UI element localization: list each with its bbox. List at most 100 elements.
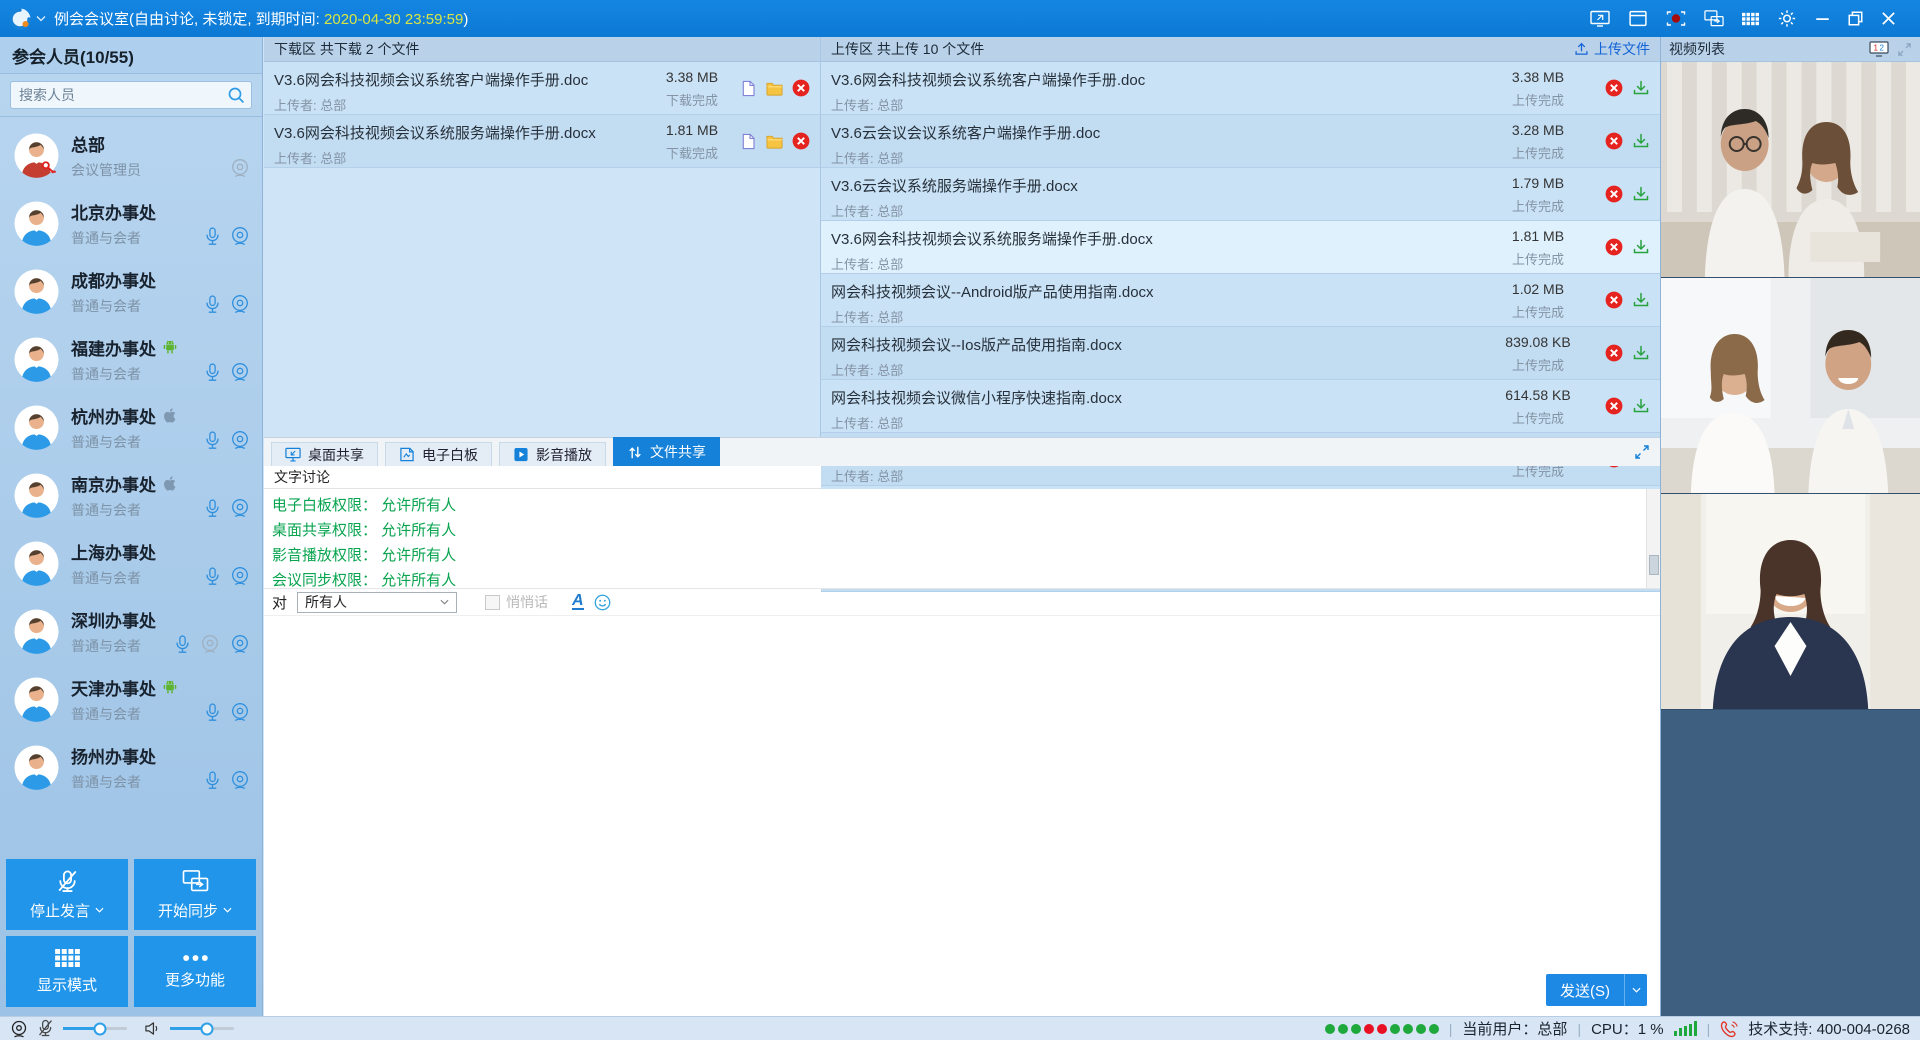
maximize-icon[interactable]	[1848, 11, 1863, 26]
message-input-area[interactable]: 发送(S)	[264, 616, 1660, 1016]
download-icon[interactable]	[1632, 185, 1650, 203]
participant-row-yangzhou[interactable]: 扬州办事处 普通与会者	[0, 733, 262, 801]
whisper-checkbox[interactable]: 悄悄话	[485, 592, 548, 612]
camera-icon[interactable]	[230, 566, 250, 586]
video-thumbnail-1[interactable]	[1661, 62, 1920, 278]
webcam-status-icon[interactable]	[10, 1020, 28, 1038]
minimize-icon[interactable]	[1815, 11, 1830, 26]
microphone-icon[interactable]	[205, 295, 220, 314]
chevron-down-icon[interactable]	[36, 15, 46, 22]
delete-icon[interactable]	[1605, 79, 1623, 97]
download-icon[interactable]	[1632, 344, 1650, 362]
delete-icon[interactable]	[1605, 185, 1623, 203]
participant-row-shenzhen[interactable]: 深圳办事处 普通与会者	[0, 597, 262, 665]
search-icon[interactable]	[227, 86, 245, 104]
participant-row-fujian[interactable]: 福建办事处 普通与会者	[0, 325, 262, 393]
mic-muted-status-icon[interactable]	[37, 1019, 54, 1038]
download-icon[interactable]	[1632, 79, 1650, 97]
video-thumbnail-3[interactable]	[1661, 494, 1920, 710]
display-mode-button[interactable]: 显示模式	[6, 936, 128, 1007]
delete-icon[interactable]	[792, 79, 810, 97]
screen-share-icon[interactable]	[1590, 9, 1610, 28]
microphone-icon[interactable]	[205, 363, 220, 382]
whiteboard-window-icon[interactable]	[1628, 9, 1648, 28]
participant-row-shanghai[interactable]: 上海办事处 普通与会者	[0, 529, 262, 597]
delete-icon[interactable]	[1605, 238, 1623, 256]
camera-icon[interactable]	[230, 770, 250, 790]
download-file-row[interactable]: V3.6网会科技视频会议系统服务端操作手册.docx 上传者: 总部 1.81 …	[264, 115, 820, 168]
settings-gear-icon[interactable]	[1777, 9, 1797, 28]
font-style-button[interactable]: A	[572, 594, 584, 610]
download-icon[interactable]	[1632, 291, 1650, 309]
delete-icon[interactable]	[1605, 397, 1623, 415]
video-page-icon[interactable]	[1869, 41, 1889, 57]
microphone-icon[interactable]	[205, 703, 220, 722]
microphone-icon[interactable]	[205, 499, 220, 518]
camera-icon[interactable]	[230, 430, 250, 450]
upload-file-row[interactable]: 网会科技视频会议微信小程序快速指南.docx 上传者: 总部 614.58 KB…	[821, 380, 1660, 433]
layout-grid-icon[interactable]	[1742, 12, 1759, 26]
emoji-icon[interactable]	[594, 594, 611, 611]
upload-file-row[interactable]: V3.6网会科技视频会议系统客户端操作手册.doc 上传者: 总部 3.38 M…	[821, 62, 1660, 115]
mic-volume-slider[interactable]	[63, 1027, 127, 1030]
tab-file-share[interactable]: 文件共享	[613, 437, 720, 466]
open-file-icon[interactable]	[740, 80, 757, 97]
tab-desktop-share[interactable]: 桌面共享	[271, 442, 378, 466]
delete-icon[interactable]	[1605, 344, 1623, 362]
upload-file-row[interactable]: 网会科技视频会议--Android版产品使用指南.docx 上传者: 总部 1.…	[821, 274, 1660, 327]
download-icon[interactable]	[1632, 397, 1650, 415]
microphone-icon[interactable]	[205, 227, 220, 246]
participant-row-tianjin[interactable]: 天津办事处 普通与会者	[0, 665, 262, 733]
chat-scrollbar[interactable]	[1646, 489, 1660, 588]
participant-row-nanjing[interactable]: 南京办事处 普通与会者	[0, 461, 262, 529]
close-icon[interactable]	[1881, 11, 1896, 26]
tab-media-play[interactable]: 影音播放	[499, 442, 606, 466]
more-functions-button[interactable]: 更多功能	[134, 936, 256, 1007]
participant-row-beijing[interactable]: 北京办事处 普通与会者	[0, 189, 262, 257]
camera-icon[interactable]	[230, 294, 250, 314]
microphone-icon[interactable]	[205, 431, 220, 450]
upload-file-row[interactable]: V3.6云会议会议系统客户端操作手册.doc 上传者: 总部 3.28 MB上传…	[821, 115, 1660, 168]
download-file-row[interactable]: V3.6网会科技视频会议系统客户端操作手册.doc 上传者: 总部 3.38 M…	[264, 62, 820, 115]
delete-icon[interactable]	[1605, 132, 1623, 150]
tab-whiteboard[interactable]: 电子白板	[385, 442, 492, 466]
microphone-icon[interactable]	[205, 567, 220, 586]
scrollbar-thumb[interactable]	[1649, 555, 1659, 575]
speaker-icon[interactable]	[144, 1021, 161, 1036]
slider-knob[interactable]	[94, 1022, 107, 1035]
camera-icon[interactable]	[230, 702, 250, 722]
expand-icon[interactable]	[1634, 444, 1650, 460]
delete-icon[interactable]	[792, 132, 810, 150]
webcam-disabled-icon[interactable]	[200, 634, 220, 654]
sync-screens-icon[interactable]	[1704, 9, 1724, 28]
microphone-icon[interactable]	[205, 771, 220, 790]
participant-row-hangzhou[interactable]: 杭州办事处 普通与会者	[0, 393, 262, 461]
upload-file-row[interactable]: V3.6云会议系统服务端操作手册.docx 上传者: 总部 1.79 MB上传完…	[821, 168, 1660, 221]
search-input[interactable]	[10, 81, 252, 109]
expand-icon[interactable]	[1897, 42, 1912, 57]
start-sync-button[interactable]: 开始同步	[134, 859, 256, 930]
upload-file-row-selected[interactable]: V3.6网会科技视频会议系统服务端操作手册.docx 上传者: 总部 1.81 …	[821, 221, 1660, 274]
slider-knob[interactable]	[201, 1022, 214, 1035]
record-icon[interactable]	[1666, 9, 1686, 28]
camera-icon[interactable]	[230, 158, 250, 178]
camera-icon[interactable]	[230, 634, 250, 654]
camera-icon[interactable]	[230, 226, 250, 246]
open-folder-icon[interactable]	[766, 80, 783, 97]
download-icon[interactable]	[1632, 132, 1650, 150]
upload-file-row[interactable]: 网会科技视频会议--Ios版产品使用指南.docx 上传者: 总部 839.08…	[821, 327, 1660, 380]
open-folder-icon[interactable]	[766, 133, 783, 150]
recipient-select[interactable]: 所有人	[297, 592, 457, 613]
stop-speaking-button[interactable]: 停止发言	[6, 859, 128, 930]
send-button[interactable]: 发送(S)	[1546, 974, 1624, 1006]
delete-icon[interactable]	[1605, 291, 1623, 309]
download-icon[interactable]	[1632, 238, 1650, 256]
speaker-volume-slider[interactable]	[170, 1027, 234, 1030]
camera-icon[interactable]	[230, 498, 250, 518]
participant-row-zongbu[interactable]: 总部 会议管理员	[0, 121, 262, 189]
send-options-arrow[interactable]	[1624, 974, 1647, 1006]
participant-row-chengdu[interactable]: 成都办事处 普通与会者	[0, 257, 262, 325]
upload-file-link[interactable]: 上传文件	[1574, 39, 1650, 59]
camera-icon[interactable]	[230, 362, 250, 382]
open-file-icon[interactable]	[740, 133, 757, 150]
